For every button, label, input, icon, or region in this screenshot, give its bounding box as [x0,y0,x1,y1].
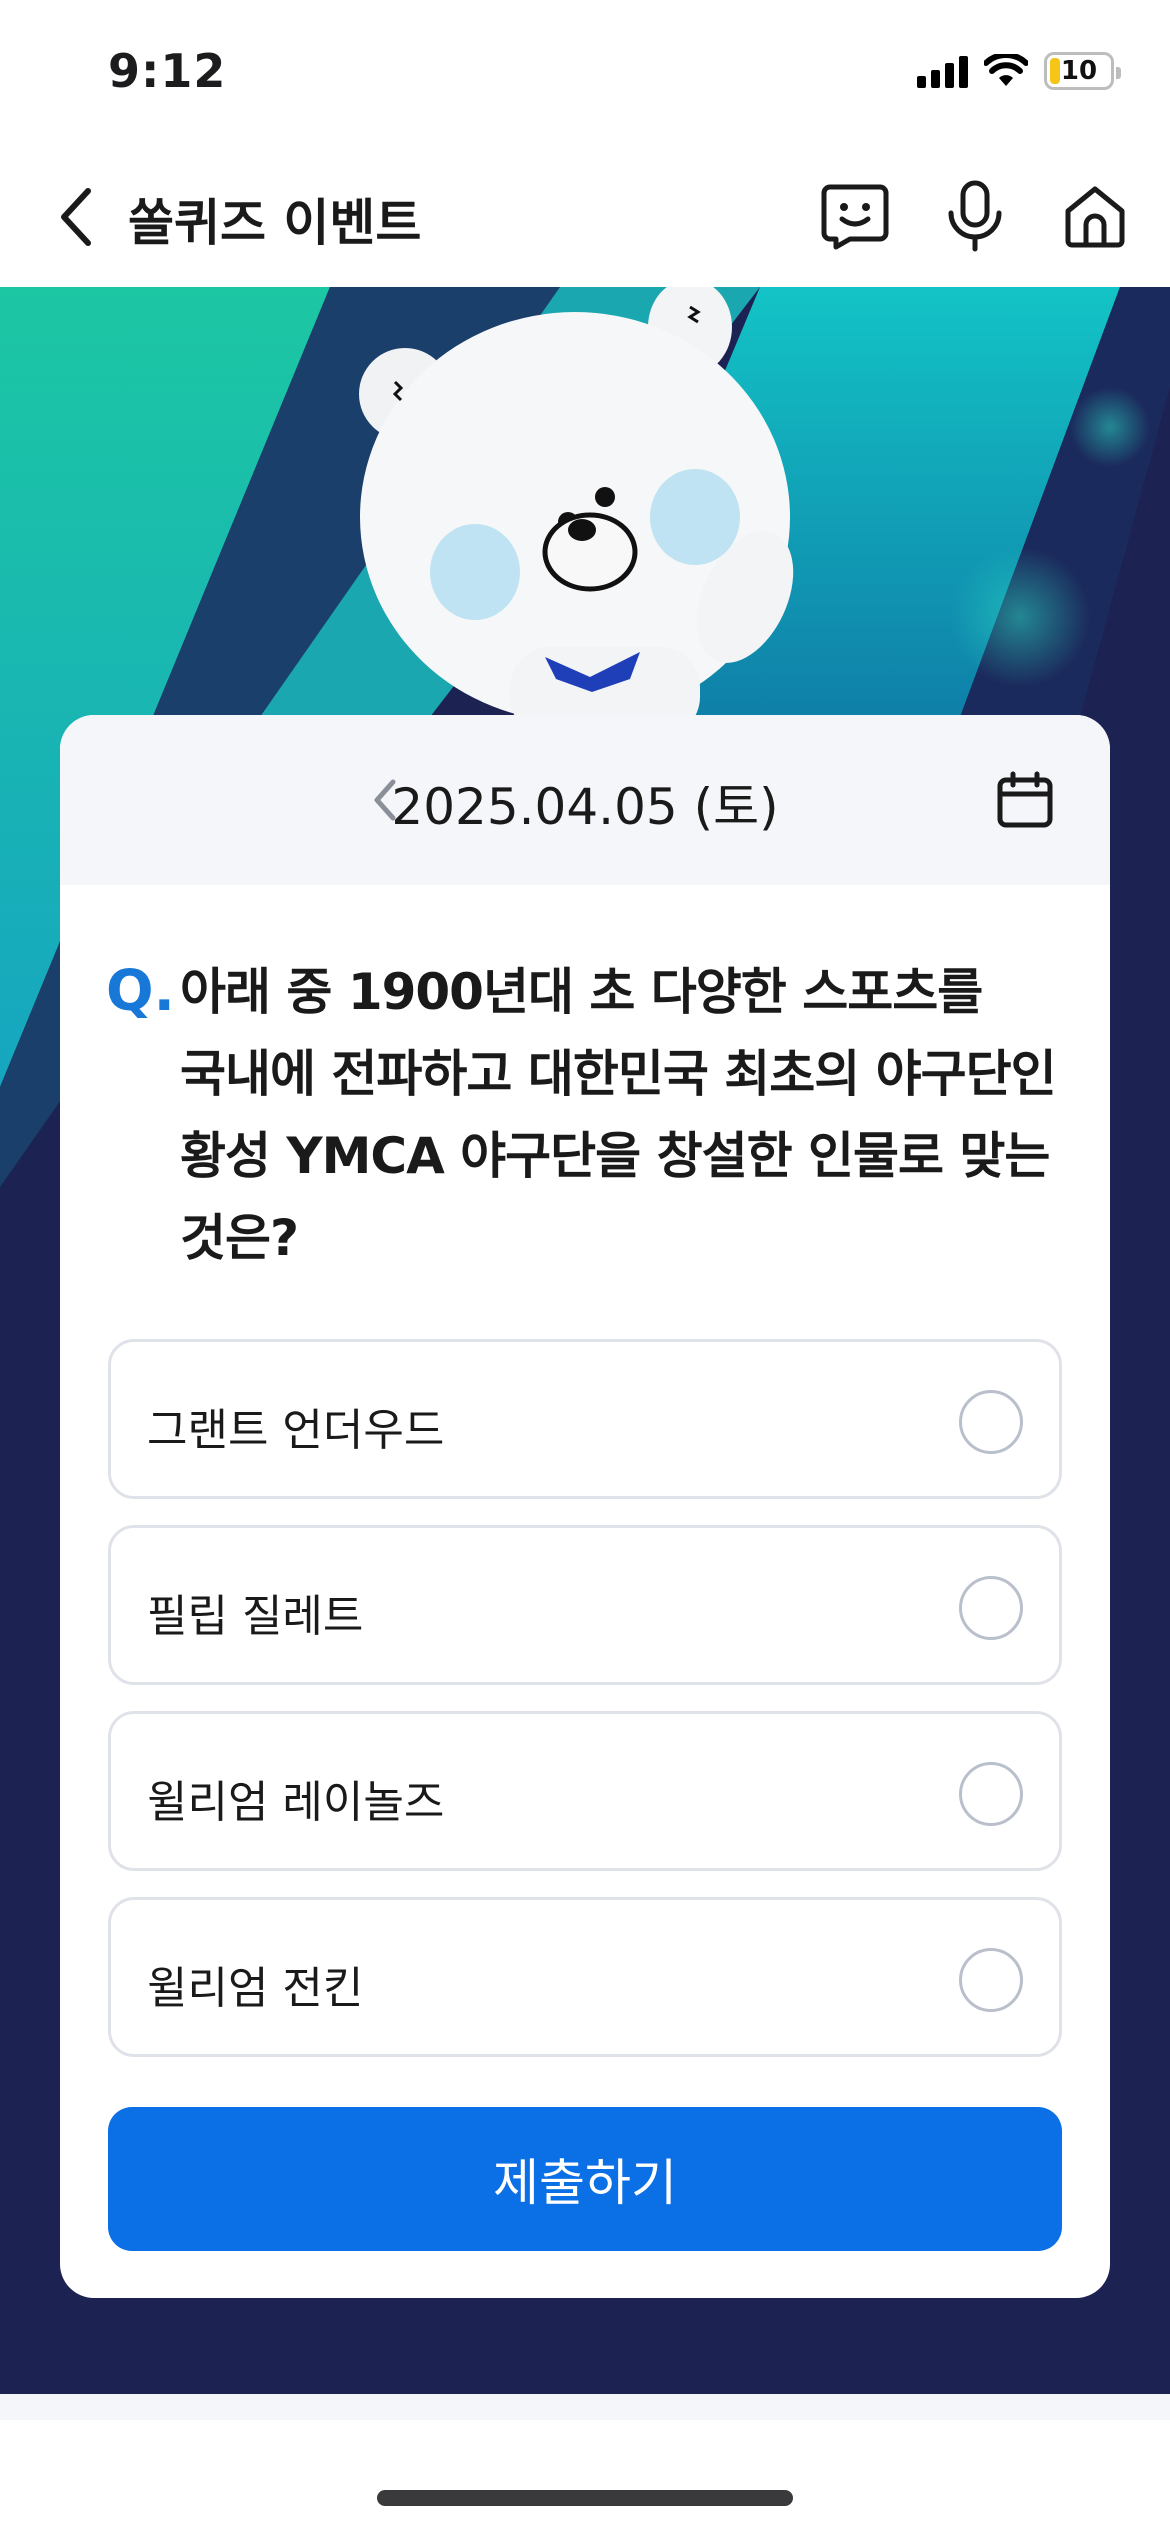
radio-button[interactable] [959,1762,1023,1826]
quiz-question: Q. 아래 중 1900년대 초 다양한 스포츠를 국내에 전파하고 대한민국 … [106,951,1076,1279]
answer-option-label: 필립 질레트 [147,1591,364,1642]
microphone-icon [948,180,1002,252]
status-indicators: 10 [917,52,1121,90]
home-button[interactable] [1056,177,1134,255]
radio-button[interactable] [959,1390,1023,1454]
submit-button[interactable]: 제출하기 [108,2107,1062,2251]
answer-option[interactable]: 윌리엄 레이놀즈 [108,1711,1062,1871]
page-title: 쏠퀴즈 이벤트 [128,194,422,252]
answer-options: 그랜트 언더우드 필립 질레트 윌리엄 레이놀즈 윌리엄 전킨 [108,1339,1062,2083]
answer-option-label: 윌리엄 레이놀즈 [147,1777,445,1828]
chat-face-icon [821,184,889,250]
home-icon [1065,186,1125,248]
chevron-left-icon [61,188,91,246]
radio-button[interactable] [959,1576,1023,1640]
voice-button[interactable] [936,177,1014,255]
home-indicator[interactable] [377,2490,793,2506]
answer-option[interactable]: 그랜트 언더우드 [108,1339,1062,1499]
question-prefix: Q. [106,959,175,1024]
date-navigator: 2025.04.05 (토) [60,715,1110,885]
status-time: 9:12 [108,44,227,98]
answer-option-label: 윌리엄 전킨 [147,1963,364,2014]
footer-strip [0,2394,1170,2420]
wifi-icon [984,54,1028,86]
quiz-date: 2025.04.05 (토) [391,778,779,836]
app-header: 쏠퀴즈 이벤트 [0,145,1170,287]
back-button[interactable] [46,177,106,257]
battery-level: 10 [1060,56,1098,86]
header-actions [816,177,1134,255]
radio-button[interactable] [959,1948,1023,2012]
question-text: 아래 중 1900년대 초 다양한 스포츠를 국내에 전파하고 대한민국 최초의… [180,963,1057,1267]
cellular-signal-icon [917,54,968,88]
answer-option[interactable]: 필립 질레트 [108,1525,1062,1685]
chat-button[interactable] [816,177,894,255]
calendar-icon [997,771,1053,828]
status-bar: 9:12 10 [0,0,1170,145]
answer-option[interactable]: 윌리엄 전킨 [108,1897,1062,2057]
answer-option-label: 그랜트 언더우드 [147,1405,445,1456]
calendar-button[interactable] [992,767,1058,833]
battery-icon: 10 [1044,52,1121,90]
quiz-card: 2025.04.05 (토) Q. 아래 중 1900년대 초 다양한 스포츠를… [60,715,1110,2298]
